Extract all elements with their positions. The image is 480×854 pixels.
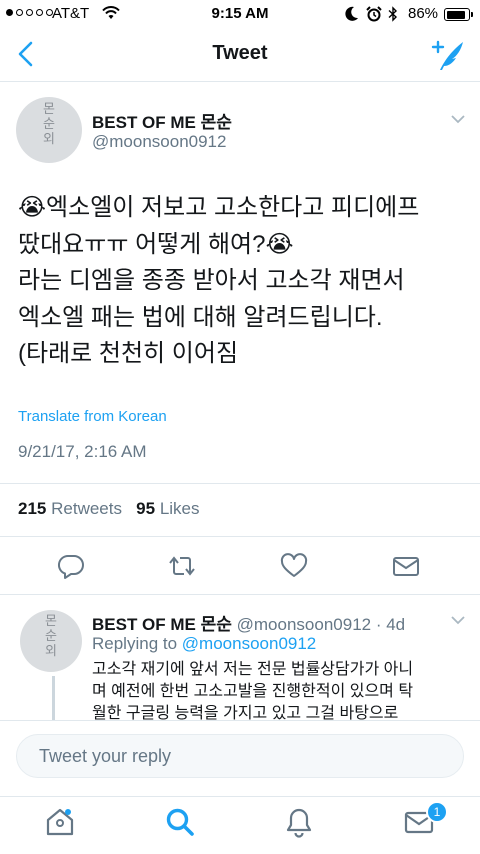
- messages-badge: 1: [426, 801, 448, 823]
- reply-icon[interactable]: [57, 552, 85, 580]
- translate-link[interactable]: Translate from Korean: [18, 408, 167, 425]
- status-bar: AT&T 9:15 AM 86%: [0, 0, 480, 28]
- compose-quill-icon[interactable]: [430, 38, 466, 72]
- replying-to-handle[interactable]: @moonsoon0912: [182, 634, 316, 653]
- direct-message-icon[interactable]: [392, 552, 420, 580]
- battery-icon: [444, 8, 470, 21]
- avatar-image-text: 몬순외: [43, 101, 55, 146]
- author-avatar[interactable]: 몬순외: [16, 97, 82, 163]
- reply-author-avatar[interactable]: 몬순외: [20, 610, 82, 672]
- avatar-image-text: 몬순외: [45, 613, 57, 658]
- bluetooth-icon: [388, 6, 398, 22]
- battery-percent: 86%: [408, 5, 439, 22]
- notifications-icon[interactable]: [283, 806, 315, 838]
- reply-header: BEST OF ME 몬순 @moonsoon0912 · 4d: [92, 610, 405, 635]
- reply-text: 고소각 재기에 앞서 저는 전문 법률상담가가 아니 며 예전에 한번 고소고발…: [92, 661, 414, 720]
- tweet-timestamp: 9/21/17, 2:16 AM: [18, 442, 147, 461]
- moon-icon: [345, 6, 358, 21]
- chevron-down-icon[interactable]: [450, 615, 466, 625]
- divider: [0, 536, 480, 537]
- tweet-stats: 215 Retweets 95 Likes: [18, 499, 200, 519]
- reply-input[interactable]: [16, 734, 464, 778]
- author-name[interactable]: BEST OF ME 몬순: [92, 108, 232, 133]
- navigation-bar: Tweet: [0, 28, 480, 82]
- home-icon[interactable]: [44, 806, 76, 838]
- divider: [0, 483, 480, 484]
- like-icon[interactable]: [280, 552, 308, 580]
- reply-age: · 4d: [375, 615, 406, 634]
- divider: [0, 594, 480, 595]
- replying-to: Replying to @moonsoon0912: [92, 634, 317, 653]
- tweet-text: 😭엑소엘이 저보고 고소한다고 피디에프 땄대요ㅠㅠ 어떻게 해여?😭 라는 디…: [18, 194, 420, 367]
- search-icon[interactable]: [164, 806, 196, 838]
- page-title: Tweet: [212, 42, 268, 64]
- chevron-down-icon[interactable]: [450, 114, 466, 124]
- alarm-icon: [366, 6, 382, 22]
- thread-line: [52, 676, 55, 720]
- retweets-stat[interactable]: 215 Retweets: [18, 499, 122, 518]
- likes-stat[interactable]: 95 Likes: [136, 499, 199, 518]
- retweet-icon[interactable]: [168, 552, 196, 580]
- reply-author-handle[interactable]: @moonsoon0912: [237, 615, 371, 634]
- reply-author-name[interactable]: BEST OF ME 몬순: [92, 615, 232, 634]
- author-handle[interactable]: @moonsoon0912: [92, 132, 226, 152]
